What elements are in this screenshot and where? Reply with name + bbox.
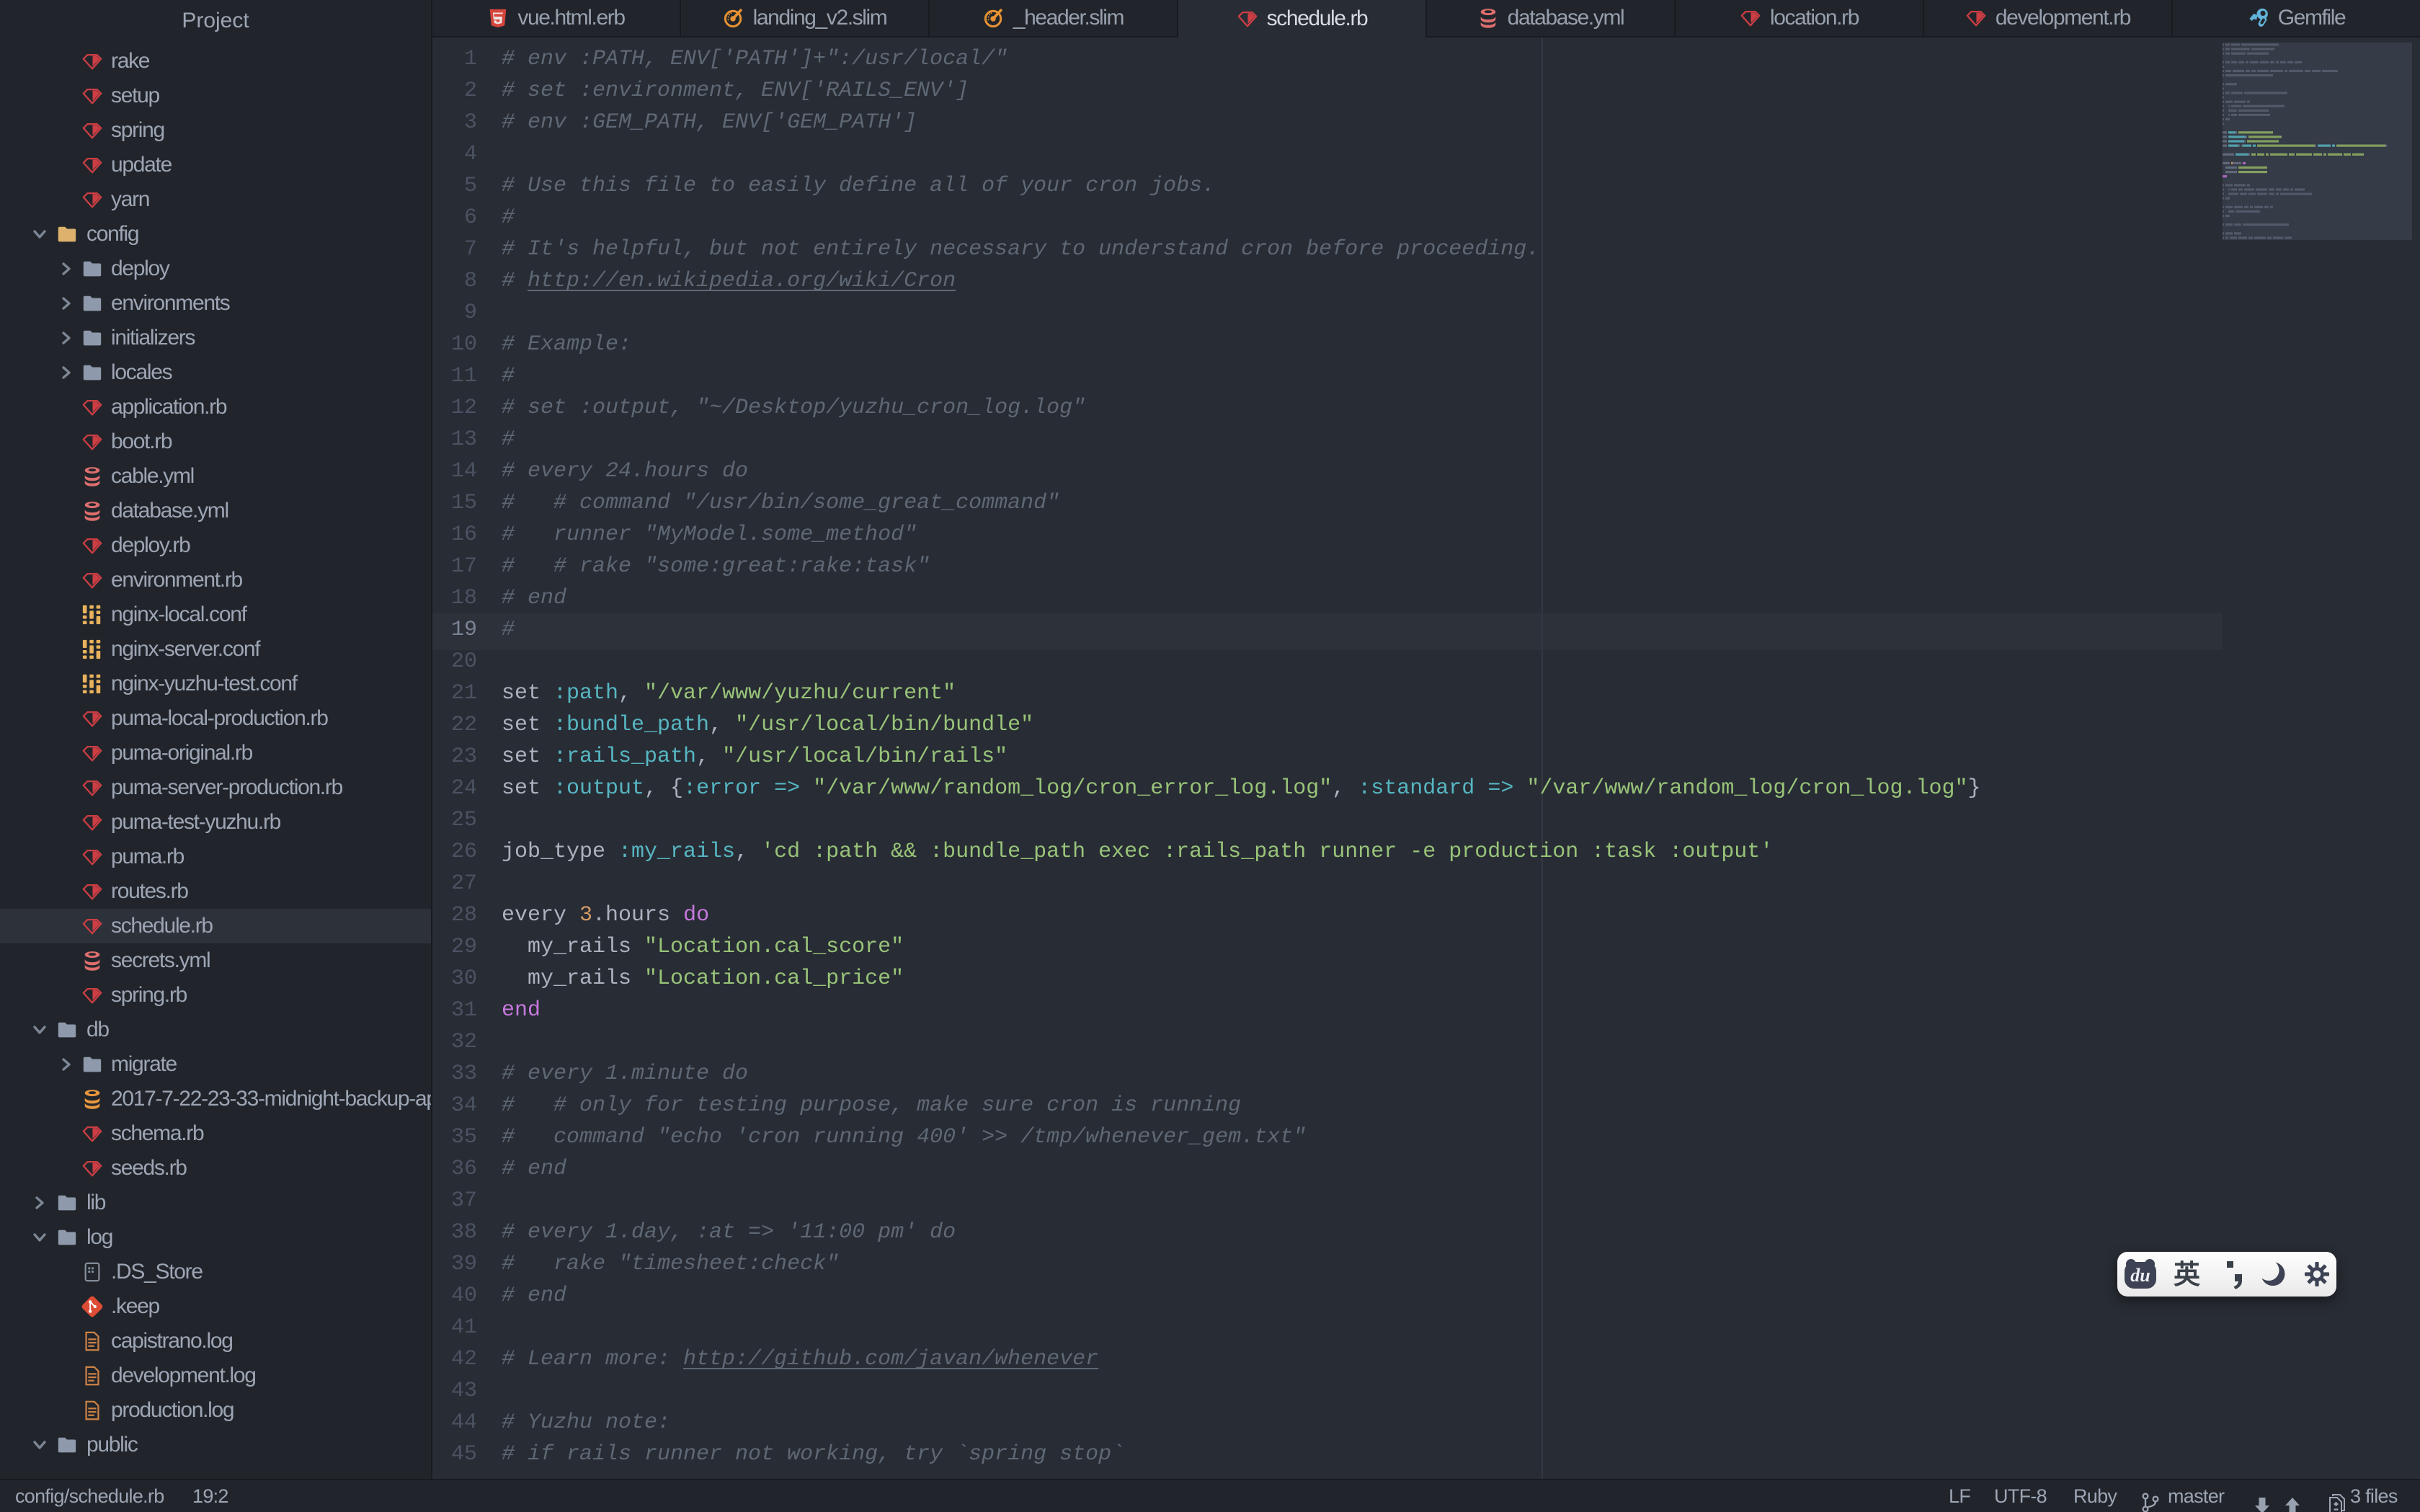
svg-text:du: du — [2130, 1265, 2150, 1286]
